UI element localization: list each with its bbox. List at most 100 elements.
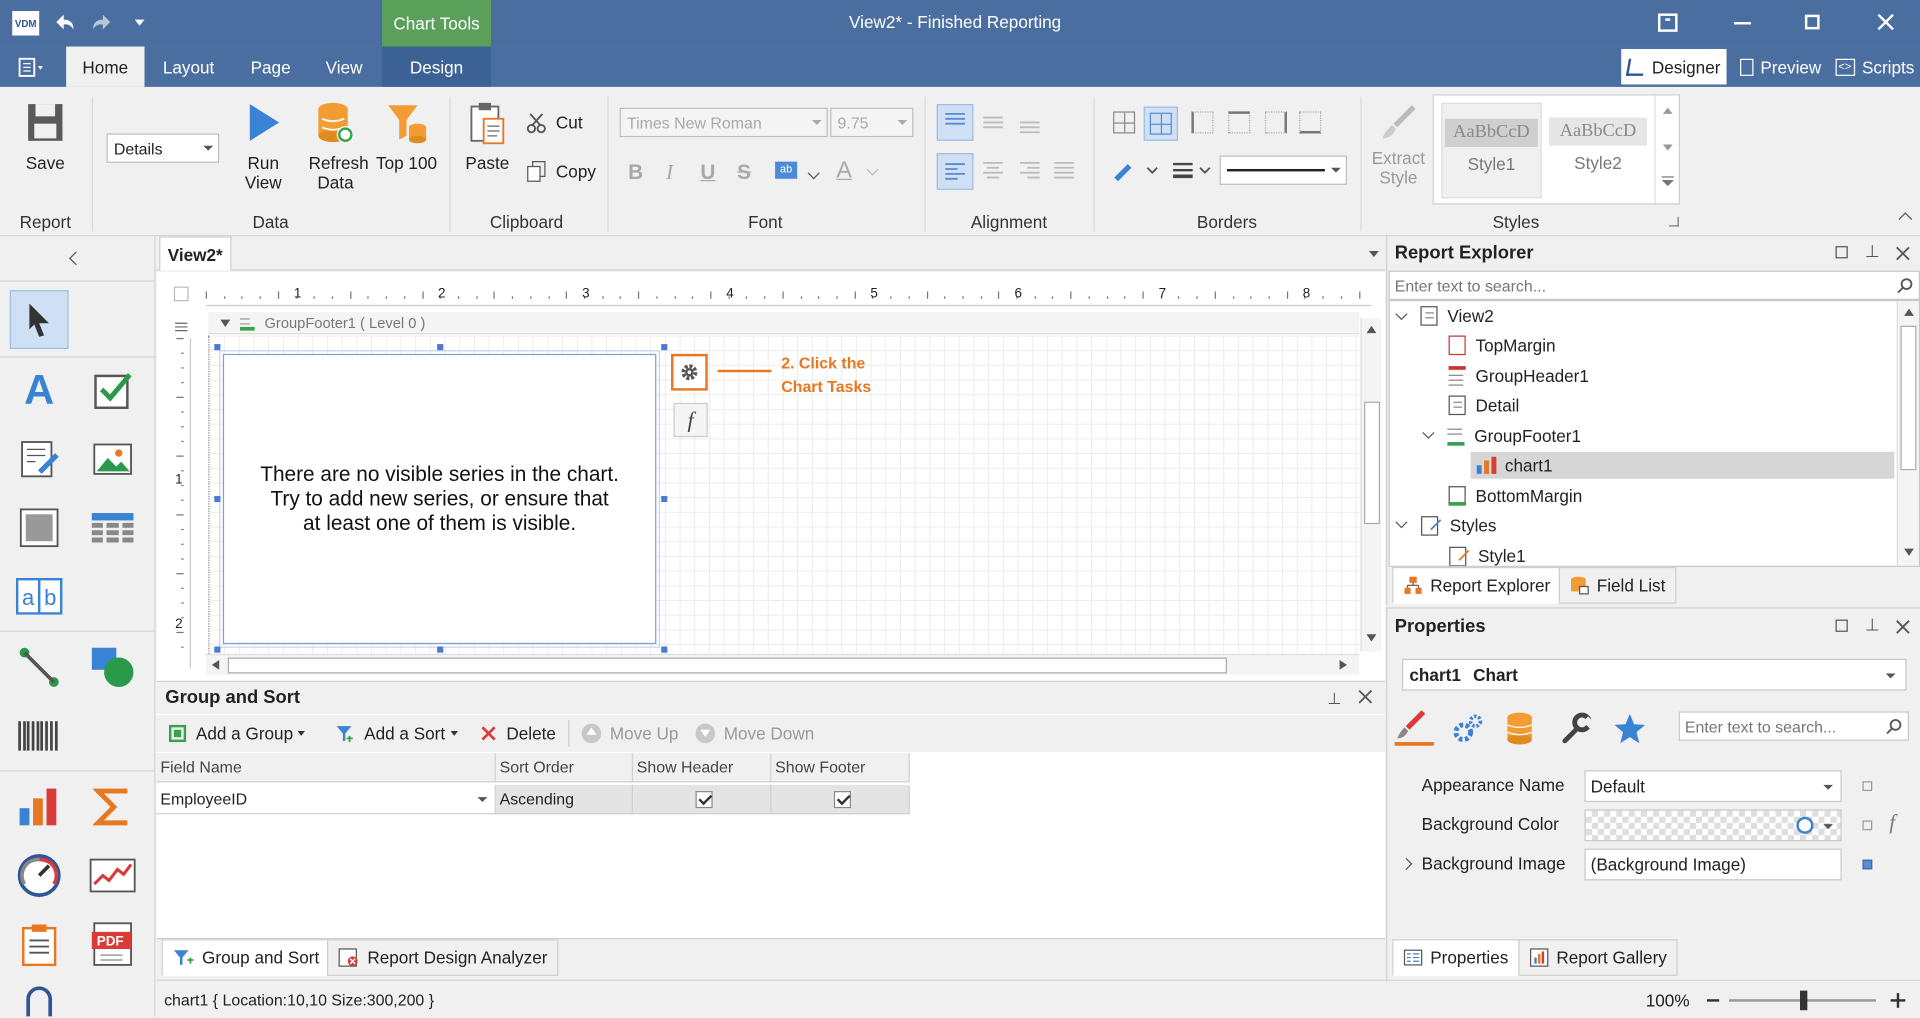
resize-handle[interactable] — [214, 646, 221, 653]
band-menu-icon[interactable] — [174, 316, 189, 332]
appearance-reset-icon[interactable] — [1862, 781, 1873, 792]
save-button[interactable]: Save — [17, 102, 73, 173]
explorer-scrollbar[interactable] — [1896, 301, 1919, 566]
tree-node-bottommargin[interactable]: BottomMargin — [1448, 482, 1582, 509]
justify-button[interactable] — [1047, 153, 1084, 190]
col-header-show-header[interactable]: Show Header — [633, 753, 772, 783]
appearance-category-button[interactable] — [1394, 707, 1434, 746]
tree-node-detail[interactable]: Detail — [1448, 392, 1519, 419]
extract-style-button[interactable]: Extract Style — [1367, 102, 1431, 187]
toolbox-collapse-icon[interactable] — [68, 251, 83, 266]
font-color-button[interactable]: A — [836, 158, 852, 185]
zoom-out-button[interactable] — [1706, 999, 1720, 1002]
favorites-category-button[interactable] — [1613, 711, 1650, 748]
redo-icon[interactable] — [88, 10, 115, 37]
ribbon-display-icon[interactable] — [1657, 13, 1678, 32]
add-sort-button[interactable]: Add a Sort — [335, 724, 458, 743]
add-group-button[interactable]: Add a Group — [168, 724, 306, 743]
resize-handle[interactable] — [214, 344, 221, 351]
border-left-icon[interactable] — [1191, 111, 1214, 134]
tab-view[interactable]: View — [313, 47, 374, 87]
gallery-down-icon[interactable] — [1662, 144, 1673, 151]
expression-button[interactable]: f — [673, 402, 708, 438]
picture-tool[interactable] — [83, 430, 142, 489]
border-top-icon[interactable] — [1228, 111, 1251, 134]
gallery-up-icon[interactable] — [1662, 107, 1673, 114]
tab-home[interactable]: Home — [66, 46, 145, 87]
align-left-button[interactable] — [936, 153, 974, 190]
appearance-dropdown-icon[interactable] — [1823, 784, 1834, 790]
paste-button[interactable]: Paste — [460, 99, 514, 173]
chart-tool[interactable] — [10, 778, 69, 837]
refresh-data-button[interactable]: Refresh Data — [304, 102, 369, 192]
group-sort-close-icon[interactable] — [1357, 687, 1374, 704]
resize-handle[interactable] — [214, 495, 221, 503]
preview-mode-button[interactable]: Preview — [1734, 47, 1827, 87]
cut-button[interactable]: Cut — [525, 111, 583, 134]
color-wheel-icon[interactable] — [1796, 816, 1814, 834]
minimize-icon[interactable] — [1733, 22, 1752, 25]
border-bottom-icon[interactable] — [1299, 111, 1322, 134]
expand-icon[interactable] — [1395, 515, 1408, 528]
bold-button[interactable]: B — [628, 160, 643, 184]
tab-layout[interactable]: Layout — [152, 47, 225, 87]
explorer-search-input[interactable] — [1389, 271, 1880, 299]
quick-access-dropdown-icon[interactable] — [134, 19, 145, 26]
properties-float-icon[interactable] — [1835, 619, 1848, 632]
rich-text-tool[interactable] — [10, 430, 69, 489]
sparkline-tool[interactable] — [83, 846, 142, 905]
italic-button[interactable]: I — [666, 160, 673, 184]
gallery-more-icon[interactable] — [1661, 176, 1674, 187]
col-header-sort-order[interactable]: Sort Order — [495, 753, 634, 783]
gallery-scroll[interactable] — [1654, 95, 1678, 204]
design-category-button[interactable] — [1559, 711, 1596, 748]
tab-report-explorer[interactable]: Report Explorer — [1392, 566, 1562, 604]
delete-button[interactable]: Delete — [479, 724, 556, 743]
explorer-pin-icon[interactable]: ⊥ — [1865, 241, 1880, 262]
show-footer-checkbox[interactable] — [833, 790, 851, 808]
tree-node-style1[interactable]: Style1 — [1449, 542, 1526, 566]
zoom-slider-thumb[interactable] — [1800, 990, 1808, 1011]
background-image-expand-icon[interactable] — [1400, 857, 1413, 870]
tab-properties[interactable]: Properties — [1392, 939, 1520, 976]
background-color-picker[interactable] — [1584, 809, 1842, 842]
tab-report-gallery[interactable]: Report Gallery — [1518, 939, 1678, 976]
tree-node-chart1[interactable]: chart1 — [1470, 451, 1895, 479]
tab-group-and-sort[interactable]: Group and Sort — [161, 939, 331, 976]
table-tool[interactable] — [83, 498, 142, 557]
explorer-scroll-down-icon[interactable] — [1904, 548, 1914, 556]
tab-page[interactable]: Page — [240, 47, 301, 87]
color-dropdown-icon[interactable] — [1823, 824, 1834, 829]
doc-tab-dropdown-icon[interactable] — [1368, 251, 1379, 258]
align-right-button[interactable] — [1013, 153, 1050, 190]
background-image-field[interactable]: (Background Image) — [1584, 848, 1842, 881]
top100-button[interactable]: Top 100 — [372, 102, 441, 173]
tab-design[interactable]: Design — [382, 46, 492, 87]
properties-search-box[interactable] — [1678, 711, 1909, 741]
more-tool[interactable] — [10, 983, 69, 1017]
move-down-button[interactable]: Move Down — [695, 723, 814, 744]
barcode-tool[interactable] — [10, 707, 69, 766]
file-menu-button[interactable] — [10, 47, 54, 87]
zoom-slider[interactable] — [1728, 990, 1876, 1011]
subreport-tool[interactable] — [10, 915, 69, 974]
strikethrough-button[interactable]: S — [737, 160, 751, 184]
tree-node-topmargin[interactable]: TopMargin — [1448, 332, 1556, 359]
field-name-cell[interactable]: EmployeeID — [156, 784, 496, 815]
resize-handle[interactable] — [437, 646, 444, 653]
copy-button[interactable]: Copy — [525, 160, 596, 182]
align-top-button[interactable] — [936, 104, 974, 141]
background-color-expression-icon[interactable]: f — [1889, 811, 1895, 835]
tab-report-design-analyzer[interactable]: Report Design Analyzer — [326, 939, 559, 976]
expand-icon[interactable] — [1395, 307, 1408, 320]
border-width-button[interactable] — [1171, 158, 1215, 182]
scripts-mode-button[interactable]: <> Scripts — [1832, 47, 1918, 87]
properties-search-input[interactable] — [1680, 712, 1876, 740]
restore-icon[interactable] — [1804, 14, 1820, 30]
tree-node-styles[interactable]: Styles — [1395, 512, 1496, 539]
resize-handle[interactable] — [661, 495, 668, 503]
line-tool[interactable] — [10, 638, 69, 697]
col-header-field-name[interactable]: Field Name — [156, 753, 496, 783]
scroll-up-icon[interactable] — [1366, 325, 1377, 334]
selector-dropdown-icon[interactable] — [1885, 673, 1896, 679]
